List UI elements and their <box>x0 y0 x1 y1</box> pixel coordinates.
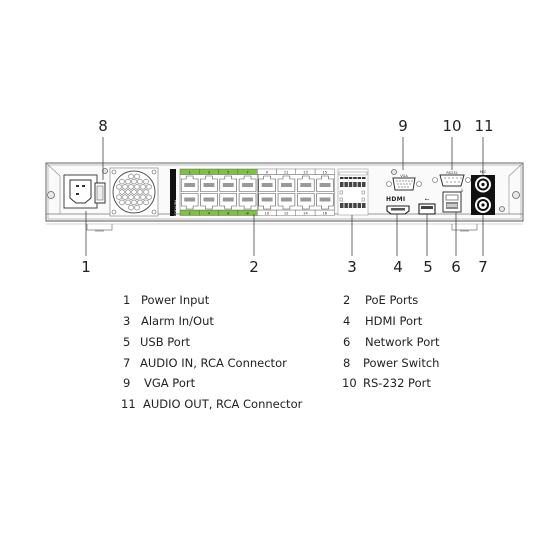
poe-port-number: 16 <box>322 211 327 215</box>
alarm-in-out-terminal <box>337 168 369 216</box>
legend-label: RS-232 Port <box>363 376 431 390</box>
fan-screw <box>111 209 117 215</box>
legend-label: USB Port <box>140 335 191 349</box>
legend-num: 2 <box>343 293 351 307</box>
audio-rca-block: MIC <box>471 170 495 215</box>
legend-item: 5 USB Port <box>123 335 190 349</box>
callout-8: 8 <box>98 117 108 135</box>
callout-7: 7 <box>478 258 488 276</box>
legend-num: 11 <box>121 397 136 411</box>
power-input-socket <box>63 174 98 209</box>
legend-label: HDMI Port <box>365 314 423 328</box>
poe-strip-label: PoE PORTS <box>174 200 178 216</box>
fan-screw <box>151 209 157 215</box>
alarm-terminal <box>340 182 344 187</box>
fan-grille <box>109 167 159 217</box>
callout-3: 3 <box>347 258 357 276</box>
legend-num: 1 <box>123 293 131 307</box>
callout-11: 11 <box>474 117 494 135</box>
alarm-terminal <box>340 203 344 208</box>
alarm-terminal <box>348 203 353 208</box>
legend-num: 6 <box>343 335 351 349</box>
callout-1: 1 <box>81 258 91 276</box>
poe-port-number: 1 <box>189 170 191 174</box>
nvr-rear-panel-diagram: PoE PORTS 1 3 5 7 9 11 13 15 2 4 6 8 10 12 14 16 VGA HD… <box>0 0 536 536</box>
legend-num: 4 <box>343 314 351 328</box>
chassis-feet <box>86 224 478 232</box>
legend-item: 2 PoE Ports <box>343 293 418 307</box>
legend-item: 4 HDMI Port <box>343 314 422 328</box>
alarm-pin-mark <box>362 177 366 179</box>
poe-port-number: 3 <box>208 170 210 174</box>
alarm-pin-mark <box>348 177 353 179</box>
legend-num: 7 <box>123 356 131 370</box>
fan-screw <box>111 169 117 175</box>
poe-port-number: 2 <box>189 211 191 215</box>
alarm-terminal <box>362 182 366 187</box>
audio-out-rca-connector <box>475 176 491 193</box>
legend-item: 10 RS-232 Port <box>342 376 431 390</box>
alarm-terminal <box>353 203 357 208</box>
fan-screw <box>151 169 157 175</box>
legend-item: 8 Power Switch <box>343 356 439 370</box>
alarm-terminal <box>344 182 348 187</box>
alarm-pin-mark <box>357 177 362 179</box>
network-port <box>442 191 462 213</box>
legend-item: 6 Network Port <box>343 335 439 349</box>
power-switch <box>94 182 106 204</box>
alarm-terminal <box>357 182 362 187</box>
legend-label: Network Port <box>365 335 440 349</box>
hdmi-logo: HDMI <box>386 196 405 203</box>
alarm-terminal <box>357 203 362 208</box>
poe-port-number: 7 <box>246 170 248 174</box>
callout-4: 4 <box>393 258 403 276</box>
callout-5: 5 <box>423 258 433 276</box>
vga-label: VGA <box>400 174 408 178</box>
legend-num: 9 <box>123 376 131 390</box>
alarm-pin-mark <box>344 177 348 179</box>
poe-port-number: 5 <box>227 170 229 174</box>
alarm-terminal <box>344 203 348 208</box>
callout-10: 10 <box>442 117 462 135</box>
legend-label: AUDIO IN, RCA Connector <box>140 356 287 370</box>
legend-label: Alarm In/Out <box>141 314 214 328</box>
legend-label: VGA Port <box>144 376 196 390</box>
callout-6: 6 <box>451 258 461 276</box>
poe-port-number: 11 <box>284 170 289 174</box>
alarm-terminal <box>353 182 357 187</box>
alarm-terminal <box>348 182 353 187</box>
legend-item: 3 Alarm In/Out <box>123 314 214 328</box>
legend-label: PoE Ports <box>365 293 419 307</box>
rs232-label: RS232 <box>446 171 457 175</box>
alarm-pin-mark <box>353 177 357 179</box>
poe-ports-block: 1 3 5 7 9 11 13 152 4 6 8 10 12 14 16 <box>179 168 335 216</box>
audio-in-rca-connector <box>475 197 491 213</box>
legend-item: 7 AUDIO IN, RCA Connector <box>123 356 287 370</box>
legend-num: 3 <box>123 314 131 328</box>
callout-2: 2 <box>249 258 259 276</box>
legend-label: AUDIO OUT, RCA Connector <box>143 397 303 411</box>
legend-item: 9 VGA Port <box>123 376 195 390</box>
poe-port-number: 14 <box>303 211 308 215</box>
alarm-pin-mark <box>340 177 344 179</box>
poe-port-number: 10 <box>265 211 270 215</box>
poe-port-number: 15 <box>322 170 327 174</box>
poe-port-number: 13 <box>303 170 308 174</box>
legend-num: 10 <box>342 376 357 390</box>
callout-9: 9 <box>398 117 408 135</box>
legend-item: 11 AUDIO OUT, RCA Connector <box>121 397 302 411</box>
legend-num: 5 <box>123 335 131 349</box>
legend-label: Power Input <box>141 293 210 307</box>
alarm-terminal <box>362 203 366 208</box>
usb-icon: ⭠ <box>425 196 430 203</box>
legend-label: Power Switch <box>363 356 440 370</box>
poe-port-number: 12 <box>284 211 289 215</box>
legend-num: 8 <box>343 356 351 370</box>
legend-item: 1 Power Input <box>123 293 209 307</box>
